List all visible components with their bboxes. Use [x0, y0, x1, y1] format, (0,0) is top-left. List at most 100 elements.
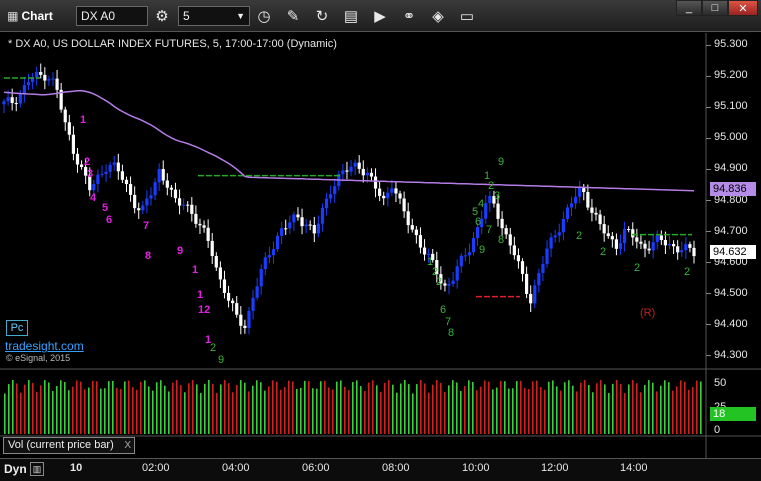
pc-toggle[interactable]: Pc — [6, 320, 28, 336]
candle-body — [467, 252, 472, 256]
volume-bar — [408, 384, 410, 434]
candle-body — [565, 207, 570, 219]
candle-body — [659, 235, 663, 240]
volume-bar — [16, 383, 18, 434]
volume-bar — [280, 389, 282, 434]
volume-bar — [48, 382, 50, 434]
candle-body — [280, 228, 284, 236]
candle-body — [688, 244, 692, 248]
volume-bar — [128, 380, 130, 434]
candle-body — [651, 242, 655, 251]
candle-body — [47, 79, 51, 81]
volume-bar — [292, 381, 294, 434]
candle-body — [378, 188, 382, 196]
candle-body — [231, 300, 235, 304]
volume-study-label[interactable]: Vol (current price bar) X — [3, 437, 135, 454]
axis-ticks — [706, 44, 711, 357]
volume-bar — [612, 383, 614, 434]
volume-bar — [420, 380, 422, 434]
candle-body — [149, 195, 153, 199]
volume-bar — [320, 381, 322, 434]
volume-bar — [596, 383, 598, 434]
chart-title: * DX A0, US DOLLAR INDEX FUTURES, 5, 17:… — [8, 38, 337, 50]
candle-body — [622, 229, 627, 244]
volume-bar — [644, 385, 646, 434]
volume-bar — [348, 390, 350, 434]
candle-body — [112, 162, 116, 165]
candle-body — [96, 174, 100, 185]
volume-tag: 18 — [710, 407, 756, 421]
candle-body — [284, 228, 288, 230]
volume-bar — [8, 384, 10, 434]
volume-bar — [528, 389, 530, 434]
volume-bar — [668, 382, 670, 434]
volume-bar — [428, 392, 430, 434]
time-axis-label: 10:00 — [462, 462, 490, 474]
candle-body — [71, 134, 76, 154]
candle-body — [410, 225, 414, 230]
candle-body — [402, 198, 406, 212]
volume-bar — [520, 380, 522, 434]
candle-body — [308, 224, 312, 226]
volume-bar — [692, 387, 694, 434]
volume-bar — [120, 389, 122, 434]
volume-bar — [400, 383, 402, 434]
volume-bar — [220, 384, 222, 434]
volume-bar — [380, 391, 382, 434]
candle-body — [447, 283, 451, 286]
candle-body — [128, 184, 133, 195]
volume-bar — [544, 389, 546, 434]
price-chart[interactable] — [0, 0, 761, 481]
price-axis-label: 94.400 — [714, 317, 748, 330]
volume-bar — [604, 384, 606, 434]
volume-bar — [376, 385, 378, 434]
volume-bar — [76, 380, 78, 434]
candle-body — [537, 273, 541, 286]
brand-link[interactable]: tradesight.com — [5, 339, 84, 353]
volume-bar — [112, 380, 114, 434]
scale-icon[interactable]: ▥ — [30, 462, 44, 476]
candle-body — [324, 198, 329, 209]
candle-body — [263, 257, 267, 270]
dyn-mode-label[interactable]: Dyn — [4, 462, 27, 476]
candle-body — [108, 164, 112, 172]
volume-bar — [324, 380, 326, 434]
candle-body — [161, 169, 165, 181]
volume-bar — [12, 380, 14, 434]
volume-bar — [288, 380, 290, 434]
close-study-button[interactable]: X — [124, 438, 131, 453]
volume-bar — [552, 380, 554, 434]
time-axis-label: 08:00 — [382, 462, 410, 474]
count-green: 6 — [475, 216, 482, 228]
candle-body — [463, 255, 467, 257]
volume-bars — [4, 380, 702, 434]
candle-body — [288, 222, 292, 229]
volume-bar — [488, 381, 490, 434]
volume-bar — [208, 380, 210, 434]
volume-bar — [296, 389, 298, 434]
volume-study-name: Vol (current price bar) — [8, 439, 114, 451]
price-axis-label: 95.200 — [714, 69, 748, 82]
volume-bar — [116, 387, 118, 434]
candle-body — [484, 203, 488, 219]
candle-body — [590, 207, 594, 213]
candle-body — [304, 224, 308, 227]
candle-body — [606, 233, 610, 237]
volume-bar — [508, 388, 510, 434]
volume-bar — [568, 380, 570, 434]
candle-body — [329, 194, 333, 199]
candle-body — [671, 243, 676, 247]
candle-body — [214, 256, 218, 268]
count-magenta: 12 — [198, 304, 211, 316]
volume-bar — [368, 382, 370, 434]
count-green: 7 — [486, 224, 493, 236]
candle-body — [529, 293, 533, 304]
candle-body — [398, 193, 402, 199]
time-axis-label: 10 — [70, 462, 83, 474]
volume-bar — [396, 392, 398, 434]
candle-body — [312, 224, 316, 234]
candle-body — [14, 103, 18, 105]
volume-bar — [180, 385, 182, 434]
count-magenta: 1 — [80, 114, 87, 126]
candle-body — [443, 283, 447, 286]
